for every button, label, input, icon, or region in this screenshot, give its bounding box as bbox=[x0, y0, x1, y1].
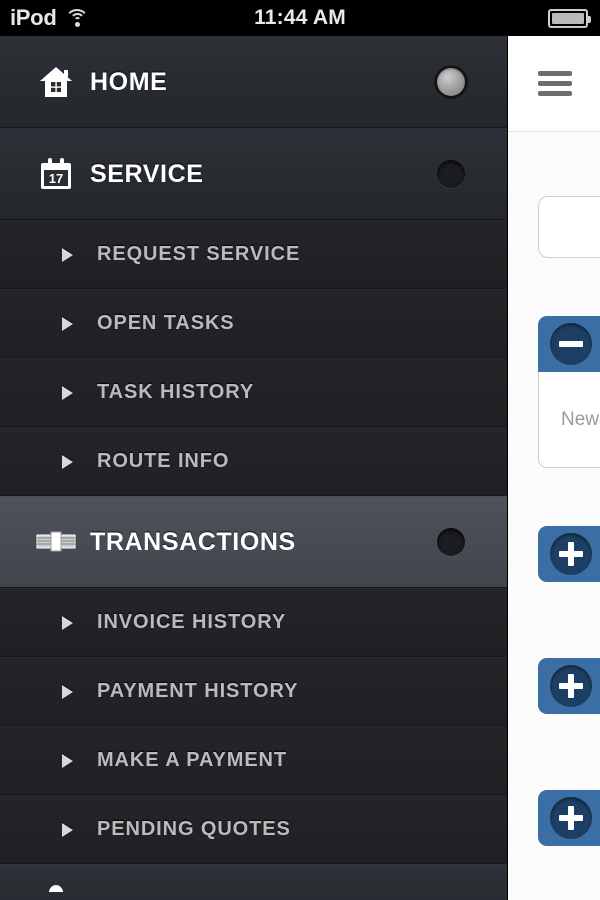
triangle-right-icon bbox=[62, 316, 73, 331]
sidebar-item-label: TRANSACTIONS bbox=[90, 527, 296, 556]
sidebar-subitem-label: PAYMENT HISTORY bbox=[97, 680, 299, 702]
accordion-body-news: News bbox=[538, 372, 600, 468]
content-body: News bbox=[508, 196, 600, 846]
money-stack-icon bbox=[34, 520, 78, 564]
sidebar-subitem-open-tasks[interactable]: OPEN TASKS bbox=[0, 289, 507, 358]
status-bar-left: iPod bbox=[0, 5, 200, 31]
status-indicator-on[interactable] bbox=[437, 68, 465, 96]
home-icon bbox=[34, 60, 78, 104]
content-header bbox=[508, 36, 600, 132]
accordion-header-3[interactable] bbox=[538, 658, 600, 714]
triangle-right-icon bbox=[62, 684, 73, 699]
accordion-panel-4 bbox=[538, 790, 600, 846]
body-wrapper: News bbox=[0, 36, 600, 900]
partial-icon bbox=[34, 862, 78, 900]
sidebar-item-transactions[interactable]: TRANSACTIONS bbox=[0, 496, 507, 588]
accordion-header-2[interactable] bbox=[538, 526, 600, 582]
sidebar-subitem-invoice-history[interactable]: INVOICE HISTORY bbox=[0, 588, 507, 657]
sidebar-subitem-task-history[interactable]: TASK HISTORY bbox=[0, 358, 507, 427]
accordion-panel-2 bbox=[538, 526, 600, 582]
accordion-panel-3 bbox=[538, 658, 600, 714]
status-bar: iPod 11:44 AM bbox=[0, 0, 600, 36]
sidebar-item-next-partial[interactable] bbox=[0, 864, 507, 900]
sidebar-subitem-label: INVOICE HISTORY bbox=[97, 611, 287, 633]
hamburger-icon[interactable] bbox=[538, 71, 572, 96]
content-panel: News bbox=[508, 36, 600, 900]
accordion-header-news[interactable] bbox=[538, 316, 600, 372]
sidebar-item-service[interactable]: 17 SERVICE bbox=[0, 128, 507, 220]
sidebar-item-label: SERVICE bbox=[90, 159, 204, 188]
sidebar-subitem-label: ROUTE INFO bbox=[97, 450, 230, 472]
plus-circle-icon[interactable] bbox=[550, 665, 592, 707]
carrier-label: iPod bbox=[10, 5, 57, 30]
triangle-right-icon bbox=[62, 753, 73, 768]
status-indicator-off[interactable] bbox=[437, 528, 465, 556]
minus-circle-icon[interactable] bbox=[550, 323, 592, 365]
sidebar-menu: HOME 17 SERVICE REQUEST SERVICE OPEN TAS… bbox=[0, 36, 508, 900]
sidebar-subitem-route-info[interactable]: ROUTE INFO bbox=[0, 427, 507, 496]
svg-text:17: 17 bbox=[49, 171, 63, 186]
plus-circle-icon[interactable] bbox=[550, 797, 592, 839]
wifi-icon bbox=[65, 9, 90, 27]
search-input[interactable] bbox=[538, 196, 600, 258]
sidebar-subitem-label: OPEN TASKS bbox=[97, 312, 235, 334]
clock-label: 11:44 AM bbox=[254, 6, 346, 29]
triangle-right-icon bbox=[62, 615, 73, 630]
app-root: iPod 11:44 AM News bbox=[0, 0, 600, 900]
sidebar-subitem-make-a-payment[interactable]: MAKE A PAYMENT bbox=[0, 726, 507, 795]
sidebar-subitem-label: TASK HISTORY bbox=[97, 381, 255, 403]
sidebar-subitem-pending-quotes[interactable]: PENDING QUOTES bbox=[0, 795, 507, 864]
triangle-right-icon bbox=[62, 454, 73, 469]
sidebar-subitem-label: REQUEST SERVICE bbox=[97, 243, 301, 265]
sidebar-item-label: HOME bbox=[90, 67, 168, 96]
accordion-header-4[interactable] bbox=[538, 790, 600, 846]
sidebar-subitem-label: PENDING QUOTES bbox=[97, 818, 291, 840]
triangle-right-icon bbox=[62, 822, 73, 837]
sidebar-subitem-label: MAKE A PAYMENT bbox=[97, 749, 288, 771]
battery-icon bbox=[548, 8, 591, 28]
sidebar-subitem-payment-history[interactable]: PAYMENT HISTORY bbox=[0, 657, 507, 726]
triangle-right-icon bbox=[62, 247, 73, 262]
panel-title-news: News bbox=[561, 408, 600, 430]
sidebar-subitem-request-service[interactable]: REQUEST SERVICE bbox=[0, 220, 507, 289]
status-bar-right bbox=[400, 8, 600, 28]
plus-circle-icon[interactable] bbox=[550, 533, 592, 575]
accordion-panel-news: News bbox=[538, 316, 600, 468]
triangle-right-icon bbox=[62, 385, 73, 400]
status-indicator-off[interactable] bbox=[437, 160, 465, 188]
calendar-icon: 17 bbox=[34, 152, 78, 196]
sidebar-item-home[interactable]: HOME bbox=[0, 36, 507, 128]
